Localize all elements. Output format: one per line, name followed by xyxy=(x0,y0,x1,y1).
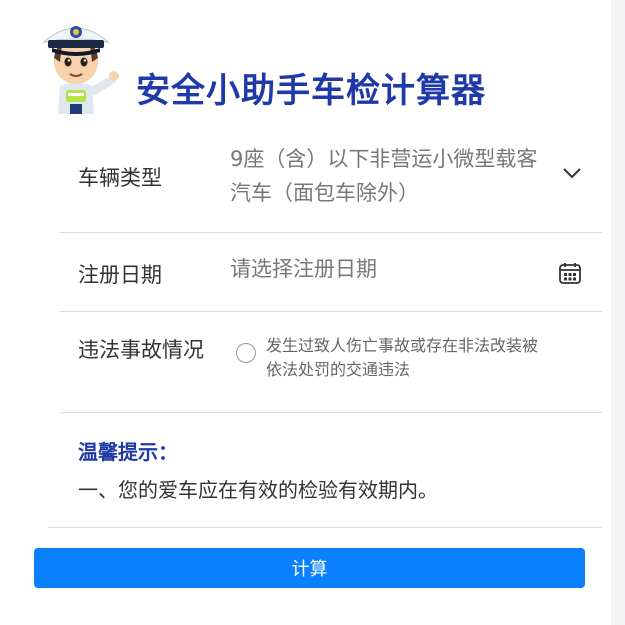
calculate-button[interactable]: 计算 xyxy=(34,548,585,588)
vehicle-type-select[interactable]: 9座（含）以下非营运小微型载客汽车（面包车除外） xyxy=(230,142,550,210)
register-date-input[interactable] xyxy=(230,257,530,281)
tips-item: 一、您的爱车应在有效的检验有效期内。 xyxy=(78,478,438,502)
chevron-down-icon[interactable] xyxy=(562,166,582,180)
violation-option-text[interactable]: 发生过致人伤亡事故或存在非法改装被依法处罚的交通违法 xyxy=(266,334,546,382)
vehicle-type-label: 车辆类型 xyxy=(78,166,162,190)
violation-radio[interactable] xyxy=(236,343,256,363)
violation-row: 违法事故情况 发生过致人伤亡事故或存在非法改装被依法处罚的交通违法 xyxy=(60,312,602,413)
calendar-icon[interactable] xyxy=(558,261,582,285)
vehicle-type-row[interactable]: 车辆类型 9座（含）以下非营运小微型载客汽车（面包车除外） xyxy=(60,130,602,233)
register-date-label: 注册日期 xyxy=(78,263,162,287)
divider xyxy=(48,527,603,528)
tips-title: 温馨提示： xyxy=(78,440,178,464)
traffic-police-mascot-icon xyxy=(42,26,119,114)
page-edge-strip xyxy=(611,0,625,625)
app-title: 安全小助手车检计算器 xyxy=(136,70,486,111)
register-date-row[interactable]: 注册日期 xyxy=(60,233,602,312)
violation-label: 违法事故情况 xyxy=(78,338,204,362)
